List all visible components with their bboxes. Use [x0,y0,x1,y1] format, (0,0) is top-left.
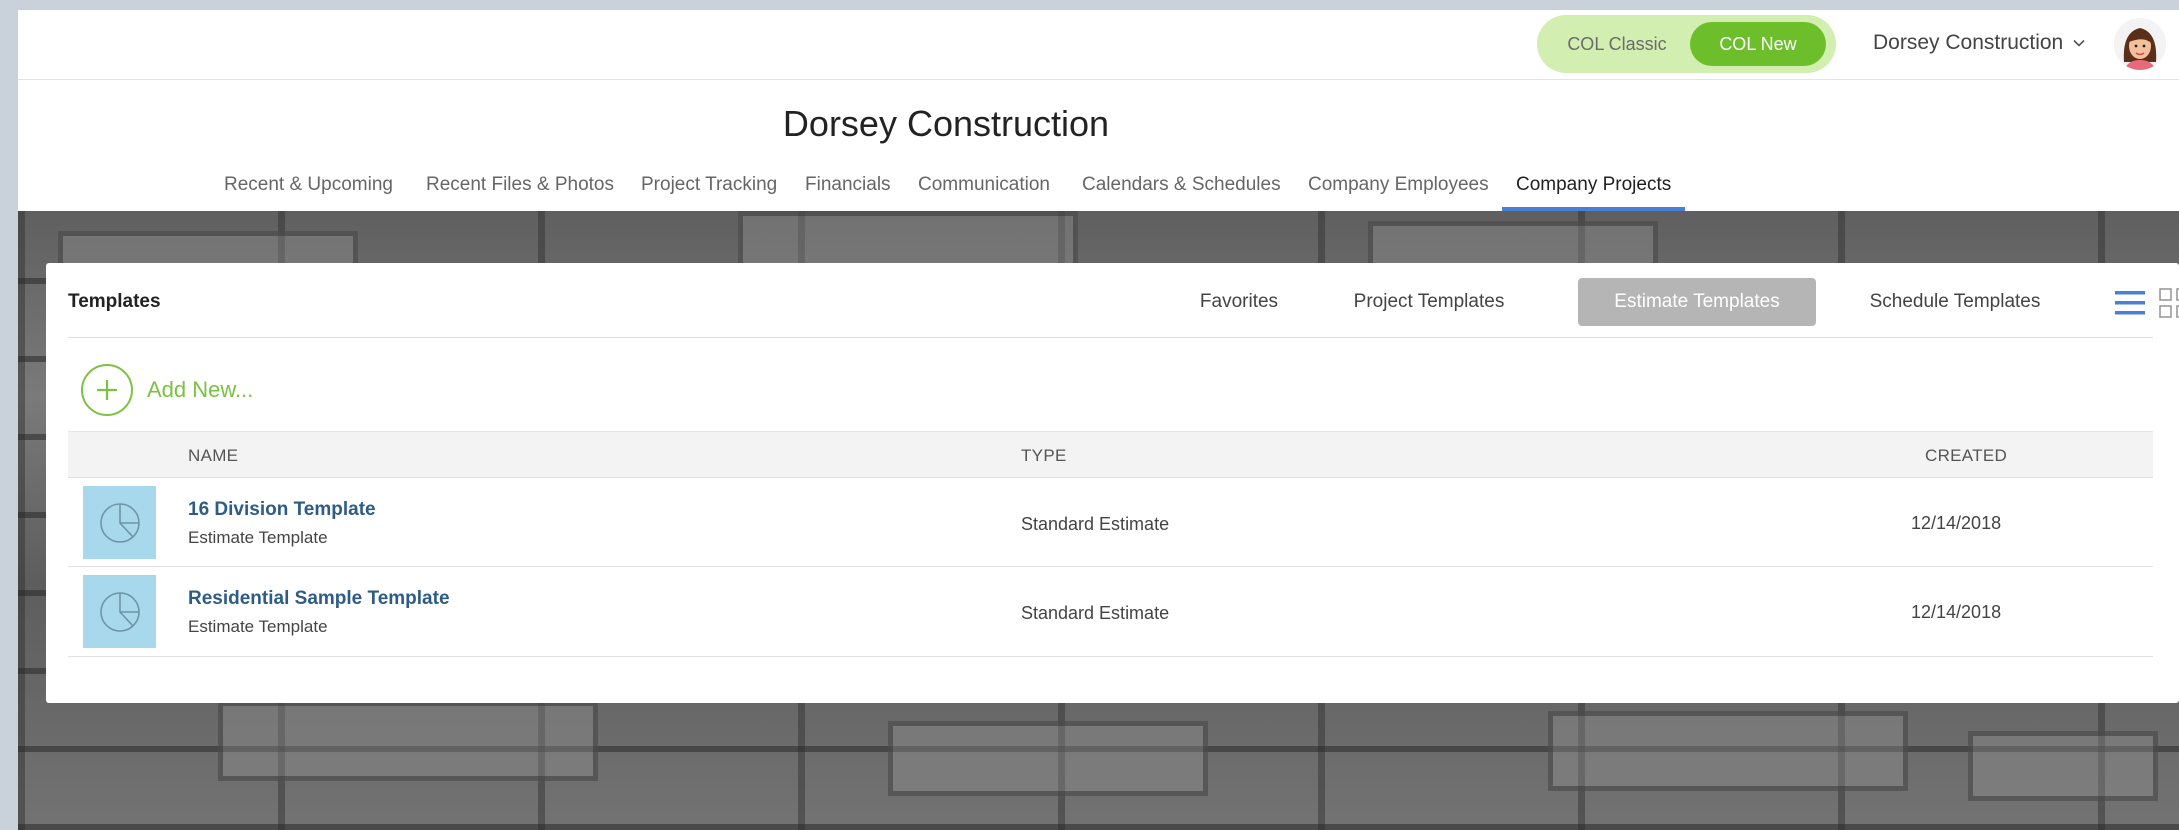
tab-recent-files-photos[interactable]: Recent Files & Photos [426,169,614,211]
tab-estimate-templates[interactable]: Estimate Templates [1578,278,1816,326]
tab-favorites[interactable]: Favorites [1184,278,1294,326]
col-version-toggle: COL Classic COL New [1537,15,1836,73]
pie-chart-icon [83,486,156,559]
template-name-link[interactable]: Residential Sample Template [188,588,450,610]
templates-title: Templates [68,291,161,312]
tab-company-employees[interactable]: Company Employees [1308,169,1489,211]
company-menu-label: Dorsey Construction [1873,31,2064,54]
grid-view-icon[interactable] [2159,288,2179,318]
plus-icon [81,364,133,416]
add-new-label: Add New... [147,377,254,402]
tab-communication[interactable]: Communication [918,169,1050,211]
tab-recent-upcoming[interactable]: Recent & Upcoming [224,169,393,211]
col-new-option[interactable]: COL New [1690,22,1826,66]
col-classic-option[interactable]: COL Classic [1547,22,1687,66]
tab-project-tracking[interactable]: Project Tracking [641,169,777,211]
table-row[interactable]: 16 Division Template Estimate Template S… [68,477,2153,567]
tab-calendars-schedules[interactable]: Calendars & Schedules [1082,169,1281,211]
avatar-icon [2114,18,2166,70]
main-nav: Recent & Upcoming Recent Files & Photos … [18,169,2179,211]
tab-company-projects[interactable]: Company Projects [1501,169,1686,211]
page-title: Dorsey Construction [782,103,1110,144]
chevron-down-icon [2073,39,2085,47]
template-created-date: 12/14/2018 [1911,513,2002,533]
top-bar: COL Classic COL New Dorsey Construction [18,10,2179,80]
column-header-name[interactable]: NAME [188,446,238,466]
template-name-link[interactable]: 16 Division Template [188,499,376,521]
template-type: Standard Estimate [1021,603,1170,623]
tab-project-templates[interactable]: Project Templates [1336,278,1522,326]
templates-header: Templates Favorites Project Templates Es… [68,263,2179,338]
template-type: Standard Estimate [1021,514,1170,534]
user-avatar[interactable] [2114,18,2166,70]
template-subtitle: Estimate Template [188,528,328,547]
column-header-created[interactable]: CREATED [1925,446,2007,466]
company-menu[interactable]: Dorsey Construction [1873,28,2085,58]
column-header-type[interactable]: TYPE [1021,446,1067,466]
template-created-date: 12/14/2018 [1911,602,2002,622]
template-subtitle: Estimate Template [188,617,328,636]
tab-financials[interactable]: Financials [805,169,891,211]
list-view-icon[interactable] [2115,289,2145,317]
app-window: COL Classic COL New Dorsey Construction [18,10,2179,830]
table-header: NAME TYPE CREATED [68,431,2153,477]
company-header: Dorsey Construction Recent & Upcoming Re… [18,81,2179,211]
tab-schedule-templates[interactable]: Schedule Templates [1853,278,2057,326]
table-row[interactable]: Residential Sample Template Estimate Tem… [68,567,2153,657]
add-new-button[interactable]: Add New... [81,364,253,416]
pie-chart-icon [83,575,156,648]
templates-card: Templates Favorites Project Templates Es… [46,263,2179,703]
